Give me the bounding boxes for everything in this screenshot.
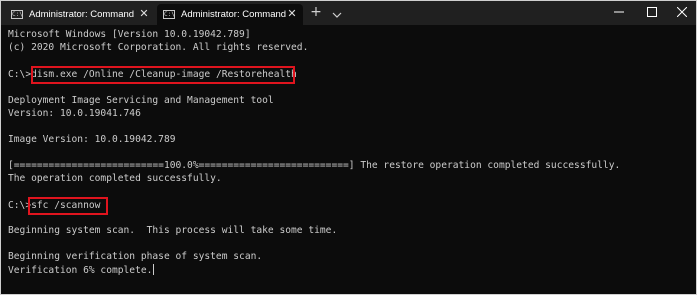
minimize-icon — [614, 11, 624, 13]
tab-title: Administrator: Command Promp — [29, 9, 137, 20]
console-line: (c) 2020 Microsoft Corporation. All righ… — [8, 42, 309, 53]
terminal-icon: C:\ — [11, 10, 23, 19]
prompt: C:\> — [8, 69, 32, 80]
minimize-button[interactable] — [604, 1, 634, 23]
progress-line: [==========================100.0%=======… — [8, 160, 621, 171]
console-output[interactable]: Microsoft Windows [Version 10.0.19042.78… — [1, 25, 696, 294]
title-bar: C:\ Administrator: Command Promp ✕ C:\ A… — [1, 1, 696, 25]
terminal-icon: C:\ — [163, 10, 175, 19]
console-line: The operation completed successfully. — [8, 173, 222, 184]
chevron-down-icon[interactable] — [331, 6, 343, 18]
console-line: Microsoft Windows [Version 10.0.19042.78… — [8, 29, 251, 40]
scrollbar[interactable] — [690, 25, 696, 294]
console-line: Beginning system scan. This process will… — [8, 225, 338, 236]
console-line: Image Version: 10.0.19042.789 — [8, 134, 176, 145]
close-tab-icon[interactable]: ✕ — [286, 8, 298, 20]
console-line: Beginning verification phase of system s… — [8, 251, 263, 262]
maximize-button[interactable] — [637, 1, 667, 23]
tab-command-prompt-1[interactable]: C:\ Administrator: Command Promp ✕ — [5, 4, 155, 25]
command-highlight-box — [28, 197, 108, 215]
console-line: Version: 10.0.19041.746 — [8, 108, 141, 119]
close-icon — [677, 7, 687, 17]
console-line: Deployment Image Servicing and Managemen… — [8, 95, 274, 106]
close-window-button[interactable] — [667, 1, 696, 23]
verification-progress: Verification 6% complete. — [8, 265, 153, 276]
text-cursor — [153, 264, 155, 275]
terminal-window: C:\ Administrator: Command Promp ✕ C:\ A… — [0, 0, 697, 295]
tab-title: Administrator: Command Promp — [181, 9, 289, 20]
new-tab-button[interactable]: + — [309, 5, 323, 19]
command-highlight-box — [31, 66, 295, 84]
maximize-icon — [647, 7, 657, 17]
close-tab-icon[interactable]: ✕ — [138, 8, 150, 20]
tab-command-prompt-2[interactable]: C:\ Administrator: Command Promp ✕ — [157, 4, 303, 25]
console-line: Verification 6% complete. — [8, 264, 155, 277]
